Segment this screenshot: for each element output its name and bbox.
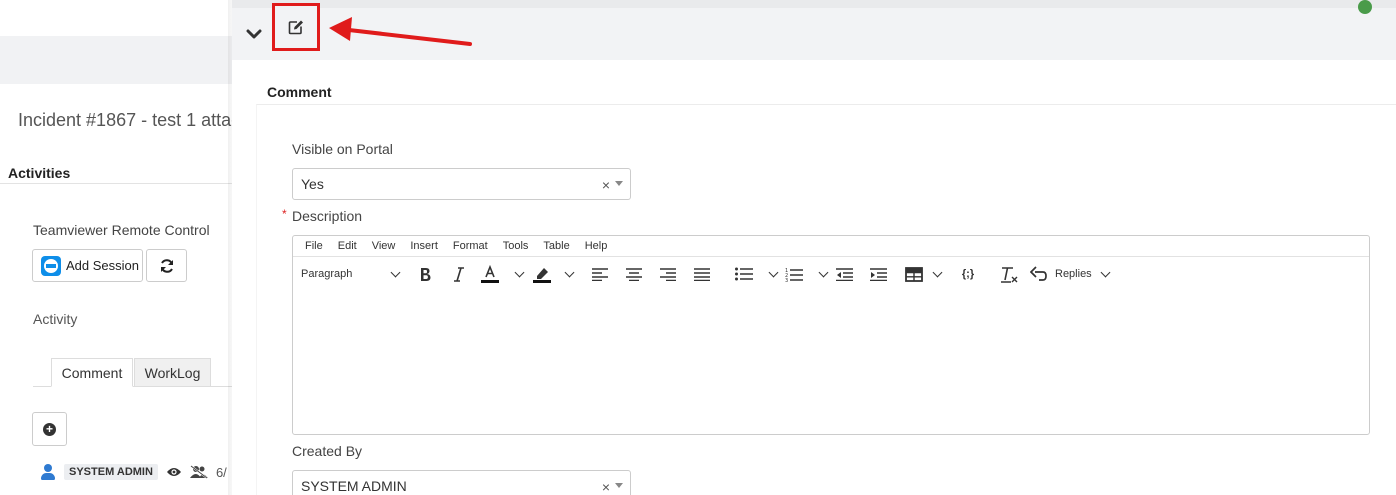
activities-heading: Activities (8, 165, 71, 181)
numbered-list-icon: 123 (785, 268, 803, 282)
menu-help[interactable]: Help (585, 240, 608, 252)
template-button[interactable]: {;} (957, 263, 979, 285)
edit-button[interactable] (272, 3, 320, 51)
menu-file[interactable]: File (305, 240, 323, 252)
chevron-down-icon (818, 267, 829, 277)
visible-on-portal-label: Visible on Portal (292, 141, 393, 157)
chevron-down-icon (932, 267, 943, 277)
bold-icon (421, 267, 431, 281)
text-color-button[interactable] (481, 263, 525, 285)
align-justify-icon (694, 267, 710, 281)
italic-button[interactable] (449, 263, 469, 285)
chevron-down-icon (246, 29, 262, 39)
menu-edit[interactable]: Edit (338, 240, 357, 252)
status-dot (1358, 0, 1372, 14)
tab-comment[interactable]: Comment (51, 358, 133, 387)
tab-worklog[interactable]: WorkLog (134, 358, 211, 387)
align-left-icon (592, 267, 608, 281)
activity-date: 6/ (215, 464, 227, 480)
add-session-label: Add Session (66, 258, 139, 273)
chevron-down-icon (390, 267, 401, 277)
chevron-down-icon (564, 267, 575, 277)
plus-circle-icon: + (43, 422, 56, 436)
refresh-icon (160, 258, 173, 273)
align-left-button[interactable] (591, 263, 609, 285)
edit-icon (288, 20, 303, 35)
editor-menubar: File Edit View Insert Format Tools Table… (293, 236, 1369, 257)
clear-icon[interactable]: × (602, 177, 610, 193)
collapse-button[interactable] (244, 24, 264, 44)
block-format-value: Paragraph (301, 268, 353, 280)
align-right-button[interactable] (659, 263, 677, 285)
bullet-list-icon (735, 267, 753, 281)
menu-format[interactable]: Format (453, 240, 488, 252)
clear-formatting-icon (1001, 266, 1018, 283)
replies-label: Replies (1055, 268, 1092, 280)
menu-tools[interactable]: Tools (503, 240, 529, 252)
template-icon: {;} (961, 268, 975, 280)
menu-insert[interactable]: Insert (410, 240, 438, 252)
user-icon (40, 464, 56, 480)
caret-down-icon (615, 181, 623, 186)
italic-icon (454, 266, 464, 282)
table-button[interactable] (905, 263, 943, 285)
indent-icon (869, 267, 887, 281)
created-by-select[interactable]: SYSTEM ADMIN × (292, 470, 631, 495)
eye-icon (166, 468, 181, 476)
chevron-down-icon (1100, 267, 1111, 277)
author-badge: SYSTEM ADMIN (64, 464, 158, 480)
rich-text-editor: File Edit View Insert Format Tools Table… (292, 235, 1370, 435)
highlight-color-button[interactable] (533, 263, 575, 285)
clear-formatting-button[interactable] (1000, 263, 1018, 285)
screen: Incident #1867 - test 1 attachment Activ… (0, 0, 1396, 495)
undo-button[interactable] (1029, 263, 1047, 285)
activities-divider (0, 183, 240, 184)
visible-on-portal-select[interactable]: Yes × (292, 168, 631, 200)
activity-entry: SYSTEM ADMIN 6/ (40, 464, 227, 480)
svg-text:3: 3 (785, 278, 788, 282)
editor-toolbar: Paragraph 1 2 3 {;} Replies (293, 257, 1369, 291)
refresh-button[interactable] (146, 249, 187, 282)
align-center-button[interactable] (625, 263, 643, 285)
chevron-down-icon (768, 267, 779, 277)
teamviewer-label: Teamviewer Remote Control (33, 222, 210, 238)
highlight-icon (533, 268, 551, 283)
users-hidden-icon (189, 465, 208, 479)
replies-dropdown[interactable]: Replies (1055, 263, 1111, 285)
required-marker: * (282, 207, 287, 221)
description-label: Description (292, 208, 363, 224)
outdent-icon (835, 267, 853, 281)
activity-label: Activity (33, 311, 78, 327)
add-session-button[interactable]: Add Session (32, 249, 143, 282)
annotation-arrow (329, 17, 472, 46)
clear-icon[interactable]: × (602, 479, 610, 495)
outdent-button[interactable] (835, 263, 853, 285)
visible-on-portal-value: Yes (301, 176, 324, 192)
editor-content-area[interactable] (293, 292, 1369, 434)
created-by-value: SYSTEM ADMIN (301, 478, 407, 494)
align-right-icon (660, 267, 676, 281)
numbered-list-button[interactable]: 123 (785, 263, 829, 285)
indent-button[interactable] (869, 263, 887, 285)
teamviewer-icon (41, 255, 61, 276)
bullet-list-button[interactable] (735, 263, 779, 285)
align-justify-button[interactable] (693, 263, 711, 285)
section-title: Comment (267, 84, 332, 100)
bold-button[interactable] (415, 263, 435, 285)
table-icon (905, 266, 923, 282)
menu-view[interactable]: View (372, 240, 396, 252)
add-activity-button[interactable]: + (32, 412, 67, 446)
menu-table[interactable]: Table (543, 240, 569, 252)
chevron-down-icon (514, 267, 525, 277)
align-center-icon (626, 267, 642, 281)
created-by-label: Created By (292, 443, 363, 459)
caret-down-icon (615, 483, 623, 488)
undo-icon (1029, 266, 1047, 281)
block-format-dropdown[interactable]: Paragraph (301, 263, 401, 285)
text-color-icon (481, 265, 499, 283)
